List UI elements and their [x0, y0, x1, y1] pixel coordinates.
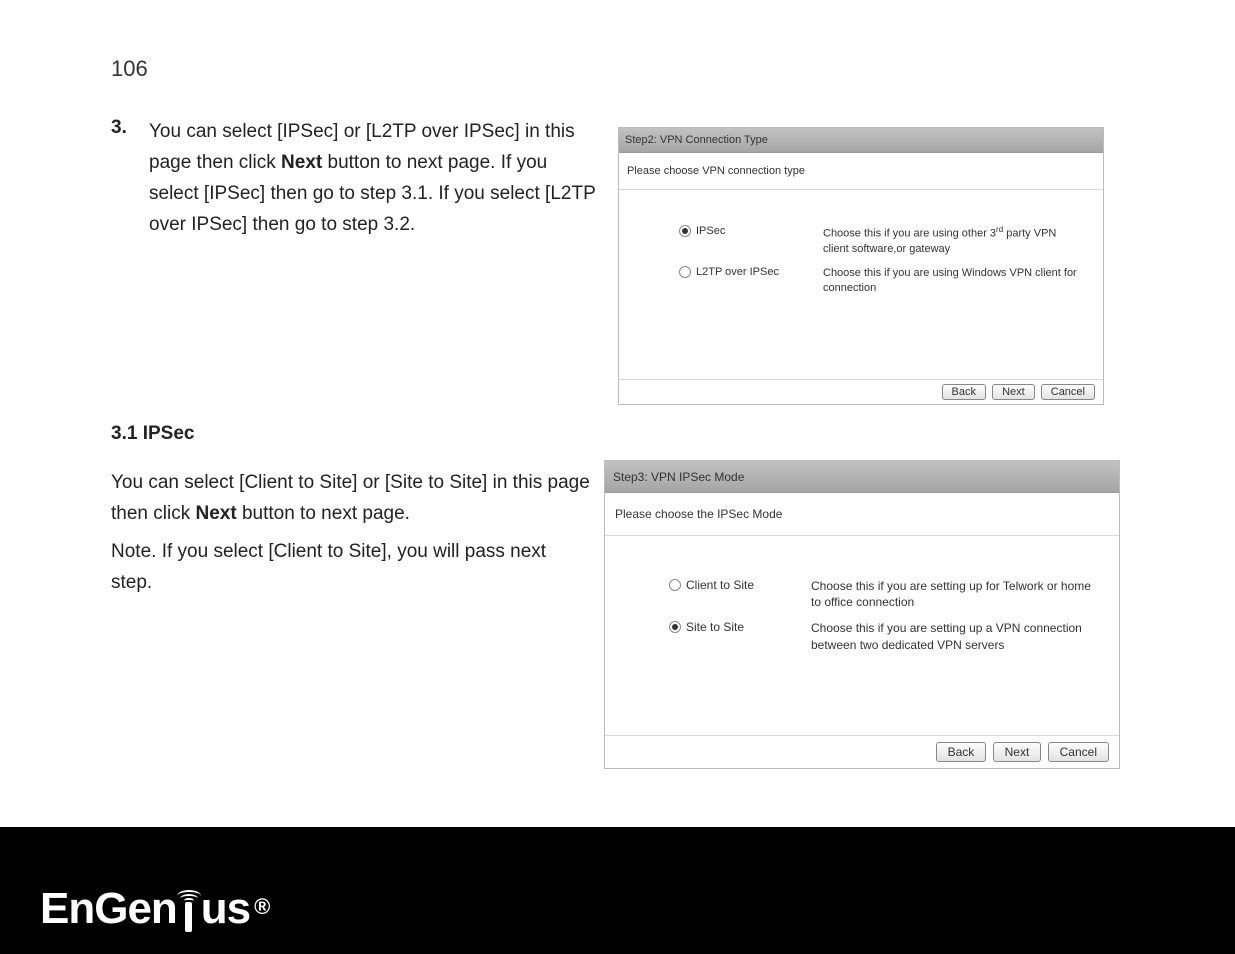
cancel-button[interactable]: Cancel — [1048, 742, 1109, 762]
next-button[interactable]: Next — [992, 384, 1035, 400]
ipsec-desc-pre: Choose this if you are using other 3 — [823, 228, 996, 240]
radio-ipsec-desc: Choose this if you are using other 3rd p… — [823, 225, 1083, 256]
cancel-button[interactable]: Cancel — [1041, 384, 1095, 400]
page-number: 106 — [111, 56, 148, 82]
option-client-to-site-row: Client to Site Choose this if you are se… — [669, 578, 1099, 610]
section-31-note: Note. If you select [Client to Site], yo… — [111, 537, 591, 599]
logo-registered: ® — [254, 894, 269, 920]
radio-client-to-site[interactable] — [669, 579, 681, 591]
wifi-icon — [175, 894, 203, 934]
dialog2-footer: Back Next Cancel — [605, 735, 1119, 768]
next-button[interactable]: Next — [993, 742, 1042, 762]
dialog1-footer: Back Next Cancel — [619, 379, 1103, 404]
section-31-post: button to next page. — [237, 503, 410, 524]
section-31-next-word: Next — [195, 503, 236, 524]
back-button[interactable]: Back — [936, 742, 987, 762]
vpn-ipsec-mode-dialog: Step3: VPN IPSec Mode Please choose the … — [604, 460, 1120, 769]
radio-site-to-site[interactable] — [669, 621, 681, 633]
radio-l2tp-desc: Choose this if you are using Windows VPN… — [823, 266, 1083, 296]
dialog2-subhead: Please choose the IPSec Mode — [605, 493, 1119, 536]
radio-client-to-site-desc: Choose this if you are setting up for Te… — [811, 578, 1099, 610]
radio-l2tp-label: L2TP over IPSec — [696, 266, 779, 278]
dialog1-title: Step2: VPN Connection Type — [619, 128, 1103, 153]
step-3-next-word: Next — [281, 152, 322, 173]
dialog1-subhead: Please choose VPN connection type — [619, 153, 1103, 190]
section-31-text: You can select [Client to Site] or [Site… — [111, 468, 591, 530]
step-3-text: You can select [IPSec] or [L2TP over IPS… — [149, 117, 599, 241]
dialog2-title: Step3: VPN IPSec Mode — [605, 461, 1119, 493]
radio-ipsec[interactable] — [679, 225, 691, 237]
step-number-3: 3. — [111, 117, 127, 139]
back-button[interactable]: Back — [942, 384, 986, 400]
radio-l2tp[interactable] — [679, 266, 691, 278]
radio-site-to-site-desc: Choose this if you are setting up a VPN … — [811, 620, 1099, 652]
option-ipsec-row: IPSec Choose this if you are using other… — [679, 225, 1083, 256]
radio-site-to-site-label: Site to Site — [686, 620, 744, 634]
radio-ipsec-label: IPSec — [696, 225, 725, 237]
footer-bar: EnGen us ® — [0, 827, 1235, 954]
engenius-logo: EnGen us ® — [40, 884, 269, 934]
option-l2tp-row: L2TP over IPSec Choose this if you are u… — [679, 266, 1083, 296]
option-site-to-site-row: Site to Site Choose this if you are sett… — [669, 620, 1099, 652]
radio-client-to-site-label: Client to Site — [686, 578, 754, 592]
logo-post: us — [201, 884, 250, 934]
vpn-connection-type-dialog: Step2: VPN Connection Type Please choose… — [618, 127, 1104, 405]
logo-pre: EnGen — [40, 884, 177, 934]
section-31-heading: 3.1 IPSec — [111, 423, 194, 445]
